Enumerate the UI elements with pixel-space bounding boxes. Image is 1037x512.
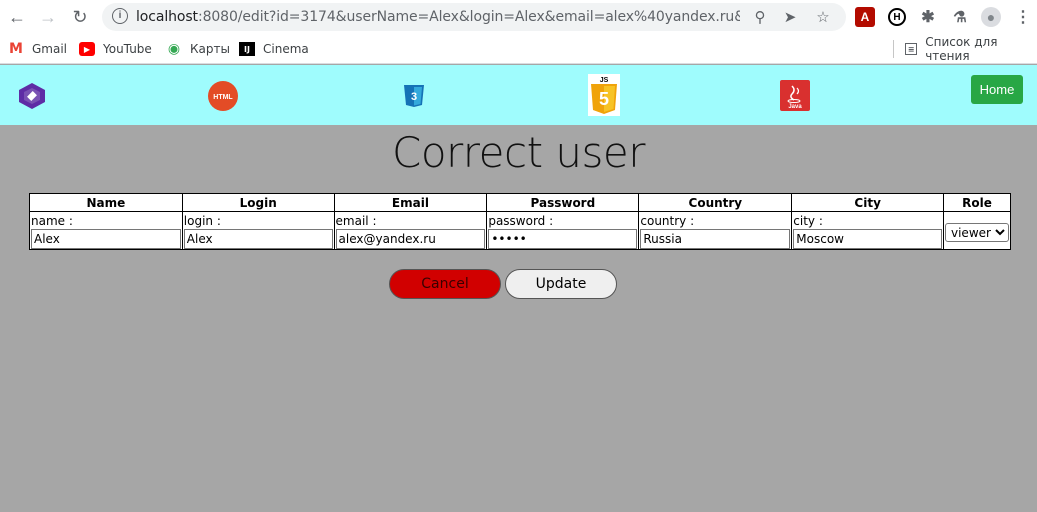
zoom-icon[interactable]: ⚲ xyxy=(750,7,770,27)
send-icon[interactable]: ➤ xyxy=(780,7,800,27)
country-cell: country : xyxy=(638,211,793,250)
youtube-icon: ▶ xyxy=(79,42,95,56)
update-button[interactable]: Update xyxy=(505,269,617,299)
column-header-city: City xyxy=(791,193,944,212)
country-label: country : xyxy=(640,214,695,228)
address-bar[interactable]: i localhost:8080/edit?id=3174&userName=A… xyxy=(102,3,846,31)
page-title: Correct user xyxy=(392,128,646,177)
country-input[interactable] xyxy=(640,229,791,249)
menu-icon[interactable]: ⋮ xyxy=(1013,7,1033,27)
gmail-icon: M xyxy=(9,41,23,57)
name-label: name : xyxy=(31,214,73,228)
column-header-email: Email xyxy=(333,193,488,212)
star-icon[interactable]: ☆ xyxy=(813,7,833,27)
svg-text:Java: Java xyxy=(788,104,802,110)
pdf-extension-icon[interactable]: A xyxy=(855,7,875,27)
table-row: name : login : email : password : countr… xyxy=(29,211,1011,250)
css3-icon[interactable]: 3 xyxy=(403,84,425,108)
city-input[interactable] xyxy=(793,229,942,249)
bookmark-gmail[interactable]: M Gmail xyxy=(8,40,67,58)
profile-icon[interactable]: ● xyxy=(981,7,1001,27)
home-button[interactable]: Home xyxy=(971,75,1023,104)
email-cell: email : xyxy=(333,211,488,250)
login-cell: login : xyxy=(181,211,335,250)
h-extension-icon[interactable]: H xyxy=(888,8,906,26)
bookmark-youtube[interactable]: ▶ YouTube xyxy=(79,40,152,58)
email-label: email : xyxy=(335,214,377,228)
bootstrap-icon[interactable] xyxy=(18,82,46,110)
svg-text:5: 5 xyxy=(599,89,609,109)
user-edit-table: Name Login Email Password Country City R… xyxy=(29,193,1011,250)
login-input[interactable] xyxy=(183,229,333,249)
city-label: city : xyxy=(793,214,823,228)
bookmark-cinema[interactable]: IJ Cinema xyxy=(239,40,309,58)
column-header-password: Password xyxy=(486,193,640,212)
labs-icon[interactable]: ⚗ xyxy=(950,7,970,27)
reading-list[interactable]: ≡ Список для чтения xyxy=(905,35,1037,63)
password-cell: password : xyxy=(486,211,640,250)
java-icon[interactable]: Java xyxy=(780,80,810,111)
column-header-role: Role xyxy=(943,193,1011,212)
intellij-icon: IJ xyxy=(239,42,255,56)
forward-icon[interactable]: → xyxy=(36,5,60,29)
email-input[interactable] xyxy=(335,229,486,249)
bookmarks-bar: M Gmail ▶ YouTube ◉ Карты IJ Cinema ≡ Список … xyxy=(0,34,1037,64)
extensions-icon[interactable]: ✱ xyxy=(918,7,938,27)
info-icon[interactable]: i xyxy=(112,8,128,24)
url-text[interactable]: localhost:8080/edit?id=3174&userName=Ale… xyxy=(136,9,740,25)
table-header-row: Name Login Email Password Country City R… xyxy=(29,193,1011,212)
login-label: login : xyxy=(183,214,221,228)
svg-text:3: 3 xyxy=(411,91,417,103)
column-header-login: Login xyxy=(181,193,335,212)
reload-icon[interactable]: ↻ xyxy=(68,5,92,29)
bookmarks-divider xyxy=(893,40,894,58)
back-icon[interactable]: ← xyxy=(5,5,29,29)
maps-icon: ◉ xyxy=(167,41,181,57)
column-header-name: Name xyxy=(29,193,183,212)
svg-text:HTML: HTML xyxy=(213,94,233,101)
role-cell: viewer xyxy=(943,211,1011,250)
role-select[interactable]: viewer xyxy=(945,223,1009,242)
password-input[interactable] xyxy=(488,229,638,249)
cancel-button[interactable]: Cancel xyxy=(389,269,501,299)
city-cell: city : xyxy=(791,211,944,250)
js-icon[interactable]: JS 5 xyxy=(588,74,620,116)
column-header-country: Country xyxy=(638,193,793,212)
name-cell: name : xyxy=(29,211,183,250)
bookmark-maps[interactable]: ◉ Карты xyxy=(166,40,230,58)
reading-list-icon: ≡ xyxy=(905,43,918,55)
browser-toolbar: ← → ↻ i localhost:8080/edit?id=3174&user… xyxy=(0,0,1037,34)
site-navbar xyxy=(0,65,1037,125)
password-label: password : xyxy=(488,214,554,228)
name-input[interactable] xyxy=(31,229,181,249)
html-icon[interactable]: HTML xyxy=(207,80,239,112)
svg-text:JS: JS xyxy=(600,77,609,84)
